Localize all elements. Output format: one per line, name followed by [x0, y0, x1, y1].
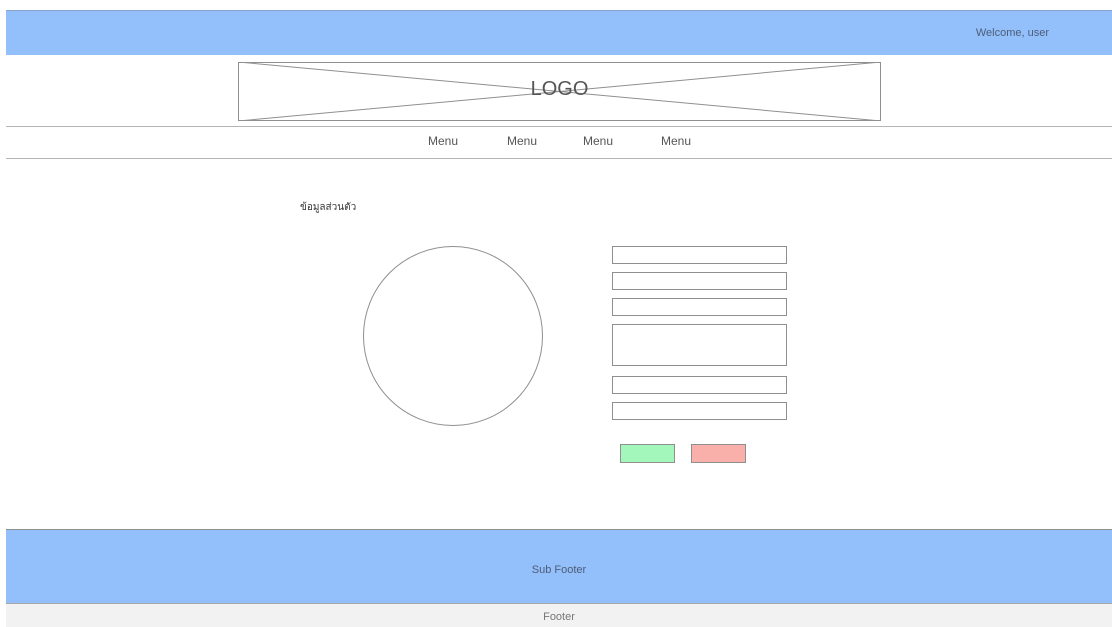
logo-placeholder: LOGO	[238, 62, 881, 121]
main-menu: Menu Menu Menu Menu	[0, 134, 1112, 152]
section-title: ข้อมูลส่วนตัว	[300, 202, 357, 213]
logo-text: LOGO	[530, 78, 589, 100]
nav-top-divider	[6, 126, 1112, 127]
welcome-text: Welcome, user	[975, 27, 1049, 39]
profile-field-6[interactable]	[612, 402, 787, 420]
confirm-button[interactable]	[620, 444, 675, 463]
menu-item-4[interactable]: Menu	[661, 134, 691, 148]
menu-item-2[interactable]: Menu	[507, 134, 537, 148]
nav-bottom-divider	[6, 158, 1112, 159]
profile-field-3[interactable]	[612, 298, 787, 316]
cancel-button[interactable]	[691, 444, 746, 463]
menu-item-3[interactable]: Menu	[583, 134, 613, 148]
profile-avatar[interactable]	[363, 246, 543, 426]
profile-field-2[interactable]	[612, 272, 787, 290]
sub-footer: Sub Footer	[6, 529, 1112, 603]
profile-field-5[interactable]	[612, 376, 787, 394]
footer-text: Footer	[543, 611, 575, 623]
menu-item-1[interactable]: Menu	[428, 134, 458, 148]
profile-textarea[interactable]	[612, 324, 787, 366]
top-bar: Welcome, user	[6, 10, 1112, 55]
footer: Footer	[6, 603, 1112, 627]
profile-field-1[interactable]	[612, 246, 787, 264]
sub-footer-text: Sub Footer	[531, 564, 587, 576]
